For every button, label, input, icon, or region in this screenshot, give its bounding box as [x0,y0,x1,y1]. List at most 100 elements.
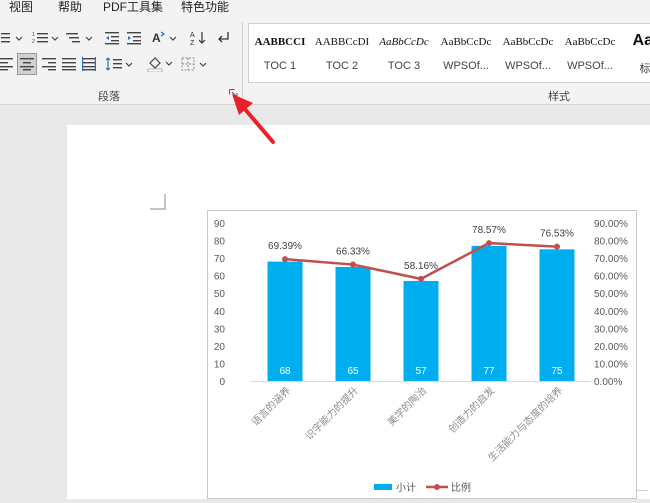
distributed-button[interactable] [80,54,98,74]
justify-icon [62,58,76,71]
line-value-label: 69.39% [268,241,302,252]
style-tile[interactable]: AaI 标 [621,24,650,82]
sort-button[interactable]: AZ [188,28,208,48]
y-left-tick-label: 90 [214,219,226,230]
x-axis: 语言的涵养 识字能力的提升 美学的陶冶 创造力的启发生活能力与态度的培养 [249,381,591,464]
line-series: 69.39% 66.33% 58.16% 78.57% 76.53% [268,225,574,282]
ribbon: 12 A AZ 段落 AABBCCI TOC 1 AABBCcDI TOC 2 … [0,14,650,105]
line-point [554,243,560,250]
borders-button[interactable] [180,54,210,74]
x-tick-label: 生活能力与态度的培养 [485,384,565,464]
chart-frame[interactable]: 0 10 20 30 40 50 60 70 80 90 0.00% 10.00% 20.00% 30.… [207,210,637,499]
y-right-tick-label: 40.00% [594,307,628,318]
distributed-align-icon [82,57,96,71]
menu-bar: 视图 帮助 PDF工具集 特色功能 [0,0,650,14]
bar [335,266,371,381]
line-value-label: 78.57% [472,225,506,236]
style-tile[interactable]: AABBCcDI TOC 2 [311,24,373,82]
x-tick-label: 识字能力的提升 [302,384,361,443]
bullet-list-icon [1,33,23,43]
borders-icon [181,57,207,71]
bullets-button[interactable] [0,28,28,48]
menu-pdf-tools[interactable]: PDF工具集 [103,0,163,15]
paragraph-mark-icon [218,32,229,43]
style-sample: AaBbCcDc [502,36,554,48]
line-point [486,240,492,247]
line-spacing-icon [105,57,133,71]
numbering-button[interactable]: 12 [30,28,62,48]
y-left-tick-label: 80 [214,237,226,248]
line-value-label: 58.16% [404,261,438,272]
line-spacing-button[interactable] [104,54,136,74]
style-tile[interactable]: AaBbCcDc WPSOf... [497,24,559,82]
align-left-icon [0,58,13,71]
y-right-tick-label: 10.00% [594,359,628,370]
combo-chart: 0 10 20 30 40 50 60 70 80 90 0.00% 10.00% 20.00% 30.… [214,219,628,494]
y-left-tick-label: 50 [214,289,226,300]
numbered-list-icon: 12 [32,32,59,45]
decrease-indent-button[interactable] [102,28,122,48]
increase-indent-icon [127,32,141,45]
menu-special-features[interactable]: 特色功能 [181,0,229,15]
increase-indent-button[interactable] [124,28,144,48]
svg-text:A: A [190,32,195,39]
bar-value-label: 77 [483,366,495,377]
align-center-button[interactable] [17,53,37,75]
chinese-layout-button[interactable]: A [150,28,180,48]
line-point [282,256,288,263]
style-name: TOC 2 [325,60,359,72]
bar [539,249,575,381]
style-sample: AaI [632,32,650,49]
style-tile[interactable]: AABBCCI TOC 1 [249,24,311,82]
menu-view[interactable]: 视图 [9,0,33,15]
x-tick-label: 美学的陶冶 [385,384,430,429]
paint-bucket-icon [147,57,173,72]
bar [471,245,507,381]
shading-button[interactable] [146,54,176,74]
align-left-button[interactable] [0,54,14,74]
style-tile[interactable]: AaBbCcDc WPSOf... [559,24,621,82]
y-right-tick-label: 70.00% [594,254,628,265]
line-point [350,261,356,268]
style-tile[interactable]: AaBbCcDc TOC 3 [373,24,435,82]
svg-text:2: 2 [32,39,35,45]
bar-value-label: 75 [551,366,563,377]
y-left-tick-label: 70 [214,254,226,265]
y-left-tick-label: 60 [214,272,226,283]
line-value-label: 76.53% [540,229,574,240]
style-name: TOC 1 [263,60,297,72]
y-right-tick-label: 60.00% [594,272,628,283]
justify-button[interactable] [60,54,78,74]
style-sample: AaBbCcDc [379,36,429,48]
x-tick-label: 语言的涵养 [249,384,294,429]
legend-bar-label: 小计 [396,481,416,494]
legend-line-marker [434,484,440,490]
bar-value-label: 57 [415,366,427,377]
bar [267,261,303,381]
align-right-button[interactable] [40,54,58,74]
menu-help[interactable]: 帮助 [58,0,82,15]
y-right-tick-label: 50.00% [594,289,628,300]
show-marks-button[interactable] [214,28,234,48]
decrease-indent-icon [105,32,119,45]
y-axis-left: 0 10 20 30 40 50 60 70 80 90 [214,219,226,388]
multilevel-list-button[interactable] [64,28,96,48]
y-right-tick-label: 20.00% [594,342,628,353]
line-value-label: 66.33% [336,247,370,258]
align-center-icon [20,58,34,71]
y-right-tick-label: 80.00% [594,237,628,248]
line-point [418,275,424,282]
styles-gallery: AABBCCI TOC 1 AABBCcDI TOC 2 AaBbCcDc TOC 3… [248,23,650,83]
red-arrow-annotation-icon [232,94,275,144]
y-right-tick-label: 30.00% [594,324,628,335]
y-left-tick-label: 20 [214,342,226,353]
margin-corner-mark-icon [150,194,166,210]
style-name: 标 [639,63,650,75]
style-tile[interactable]: AaBbCcDc WPSOf... [435,24,497,82]
y-right-tick-label: 90.00% [594,219,628,230]
x-tick-label: 创造力的启发 [446,384,498,436]
style-name: TOC 3 [387,60,421,72]
sort-icon: AZ [190,32,206,46]
style-sample: AaBbCcDc [440,36,492,48]
align-right-icon [42,58,56,71]
